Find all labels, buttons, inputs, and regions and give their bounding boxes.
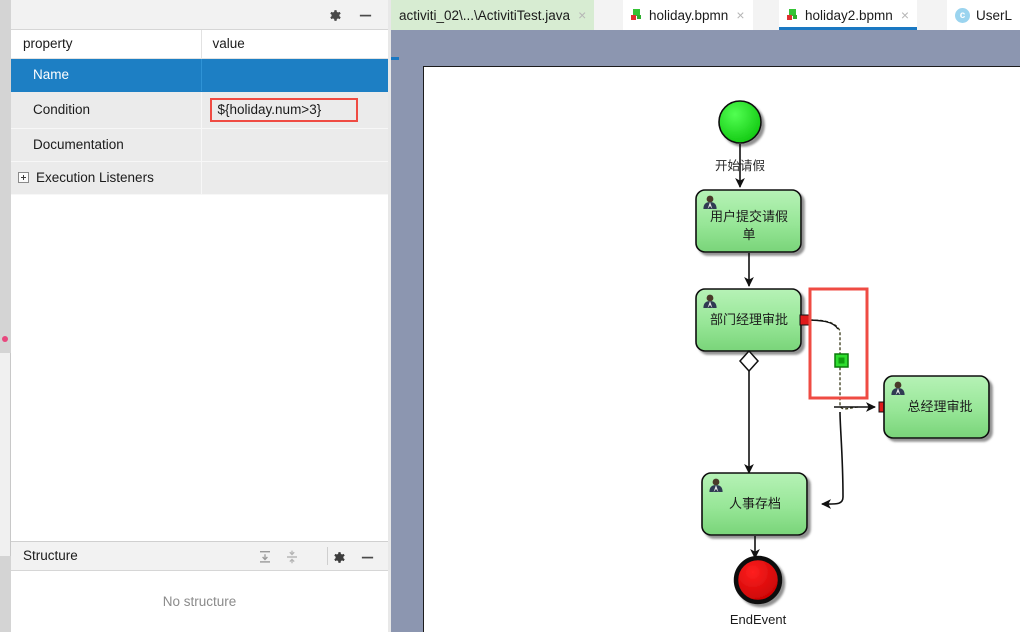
row-label-execution-listeners-text: Execution Listeners — [36, 170, 154, 185]
diagram-canvas-background: 开始请假 用户提交请假 单 部门经理审批 总经理审批 人事存档 EndEvent — [391, 30, 1020, 632]
row-label-name: Name — [11, 58, 202, 92]
left-strip-segment-b[interactable] — [0, 120, 11, 160]
diagram-node-end-event: EndEvent — [730, 555, 787, 627]
tab-holiday2-bpmn[interactable]: holiday2.bpmn × — [779, 0, 917, 30]
table-row[interactable]: Name — [11, 58, 388, 92]
tab-label: holiday2.bpmn — [805, 7, 893, 23]
left-strip-segment-c[interactable] — [0, 160, 11, 335]
minimize-icon[interactable] — [354, 4, 376, 26]
svg-text:总经理审批: 总经理审批 — [907, 399, 972, 414]
table-header-row: property value — [11, 30, 388, 59]
row-value-execution-listeners[interactable] — [201, 161, 388, 195]
tab-activiti-test-java[interactable]: activiti_02\...\ActivitiTest.java × — [391, 0, 595, 30]
no-structure-message: No structure — [162, 594, 237, 609]
svg-text:EndEvent: EndEvent — [730, 612, 787, 627]
diagram-node-user-task-3: 总经理审批 — [883, 375, 990, 439]
collapse-all-icon[interactable] — [281, 546, 303, 568]
table-row[interactable]: Documentation — [11, 128, 388, 162]
condition-value-highlight[interactable]: ${holiday.num>3} — [209, 97, 358, 122]
structure-panel: Structure No structure — [11, 541, 388, 632]
left-tool-strip — [0, 0, 11, 632]
minimize-icon[interactable] — [356, 546, 378, 568]
row-value-condition-cell[interactable]: ${holiday.num>3} — [201, 91, 388, 129]
class-file-icon: c — [955, 7, 970, 23]
row-label-execution-listeners: Execution Listeners — [11, 161, 202, 195]
structure-panel-title: Structure — [23, 548, 78, 563]
diagram-node-user-task-1: 用户提交请假 单 — [695, 189, 802, 253]
close-icon[interactable]: × — [899, 8, 911, 22]
editor-tab-bar: activiti_02\...\ActivitiTest.java × holi… — [391, 0, 1020, 30]
structure-panel-header: Structure — [11, 542, 388, 571]
expand-all-icon[interactable] — [254, 546, 276, 568]
notification-dot-icon — [2, 336, 8, 342]
svg-text:用户提交请假: 用户提交请假 — [710, 209, 788, 224]
bpmn-diagram-canvas[interactable]: 开始请假 用户提交请假 单 部门经理审批 总经理审批 人事存档 EndEvent — [423, 66, 1020, 632]
column-header-value: value — [201, 30, 388, 59]
diagram-node-user-task-2: 部门经理审批 — [695, 288, 802, 352]
properties-panel: property value Name Condition ${holiday.… — [11, 0, 388, 541]
tab-holiday-bpmn[interactable]: holiday.bpmn × — [623, 0, 753, 30]
column-header-property: property — [11, 30, 202, 59]
tab-active-underline-stub — [391, 57, 399, 60]
svg-text:部门经理审批: 部门经理审批 — [710, 312, 788, 327]
left-strip-segment-bottom[interactable] — [0, 556, 11, 632]
ide-window: property value Name Condition ${holiday.… — [0, 0, 1020, 632]
table-row[interactable]: Execution Listeners — [11, 161, 388, 195]
tab-label: holiday.bpmn — [649, 7, 729, 23]
diagram-node-exclusive-gateway — [738, 349, 760, 373]
svg-text:人事存档: 人事存档 — [729, 496, 781, 511]
left-strip-segment-top[interactable] — [0, 0, 11, 120]
structure-panel-body: No structure — [11, 571, 388, 632]
properties-panel-toolbar — [11, 0, 388, 30]
editor-area: activiti_02\...\ActivitiTest.java × holi… — [391, 0, 1020, 632]
table-row[interactable]: Condition ${holiday.num>3} — [11, 91, 388, 129]
bpmn-file-icon — [787, 8, 800, 22]
flow-selection-rectangle — [808, 287, 869, 400]
row-label-condition: Condition — [11, 91, 202, 129]
bpmn-file-icon — [631, 8, 644, 22]
gear-icon[interactable] — [328, 546, 350, 568]
close-icon[interactable]: × — [576, 8, 588, 22]
tab-label: UserL — [976, 7, 1013, 23]
expand-plus-icon[interactable] — [18, 172, 29, 183]
row-value-name[interactable] — [201, 58, 388, 92]
gear-icon[interactable] — [324, 4, 346, 26]
diagram-node-user-task-4: 人事存档 — [701, 472, 808, 536]
row-label-documentation: Documentation — [11, 128, 202, 162]
properties-table: property value Name Condition ${holiday.… — [11, 30, 388, 195]
tab-label: activiti_02\...\ActivitiTest.java — [399, 7, 571, 23]
close-icon[interactable]: × — [734, 8, 746, 22]
tab-userl[interactable]: c UserL — [947, 0, 1020, 30]
svg-text:单: 单 — [742, 227, 755, 242]
row-value-documentation[interactable] — [201, 128, 388, 162]
